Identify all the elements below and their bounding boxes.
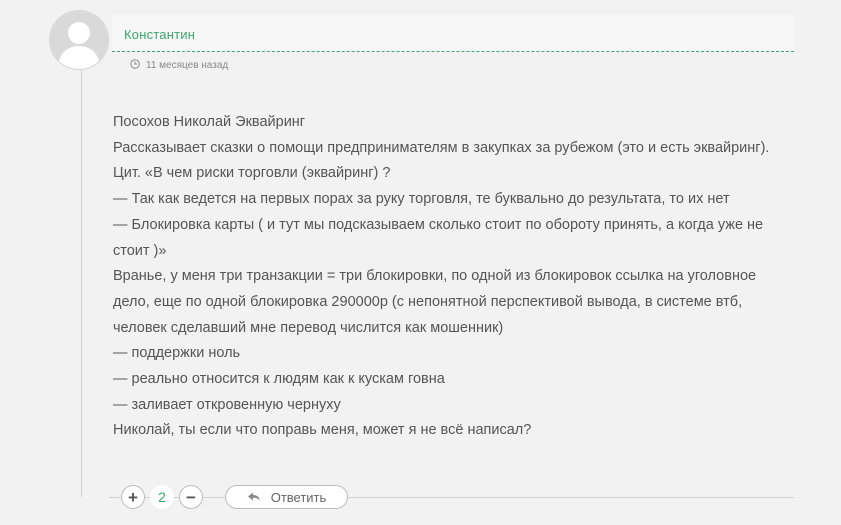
footer-divider [109, 497, 794, 498]
vote-up-button[interactable]: + [121, 485, 145, 509]
comment-author[interactable]: Константин [124, 27, 195, 42]
comment-time[interactable]: 11 месяцев назад [146, 60, 228, 71]
default-user-avatar-icon [50, 11, 108, 69]
thread-line [81, 70, 82, 497]
vote-down-button[interactable]: − [179, 485, 203, 509]
comment-line: Цит. «В чем риски торговли (эквайринг) ? [113, 165, 391, 182]
reply-button[interactable]: Ответить [225, 485, 348, 509]
comment-header: Константин [112, 15, 794, 52]
comment-line: Вранье, у меня три транзакции = три блок… [113, 268, 757, 336]
avatar[interactable] [49, 10, 109, 70]
comment-line: — реально относится к людям как к кускам… [113, 371, 445, 388]
comment-meta: 11 месяцев назад [130, 59, 228, 72]
comment-line: Посохов Николай Эквайринг [113, 114, 306, 130]
reply-arrow-icon [247, 490, 261, 505]
plus-icon: + [128, 487, 138, 507]
clock-icon [130, 59, 140, 72]
comment-body: Посохов Николай Эквайринг Рассказывает с… [113, 110, 783, 444]
minus-icon: − [186, 487, 196, 507]
comment-line: Рассказывает сказки о помощи предпринима… [113, 139, 770, 156]
comment-line: — поддержки ноль [113, 345, 241, 362]
vote-count: 2 [150, 485, 174, 509]
comment-line: — Блокировка карты ( и тут мы подсказыва… [113, 216, 764, 259]
comment-line: Николай, ты если что поправь меня, может… [113, 422, 532, 439]
comment-line: — заливает откровенную чернуху [113, 396, 341, 413]
reply-label: Ответить [270, 489, 327, 505]
comment-line: — Так как ведется на первых порах за рук… [113, 191, 730, 208]
